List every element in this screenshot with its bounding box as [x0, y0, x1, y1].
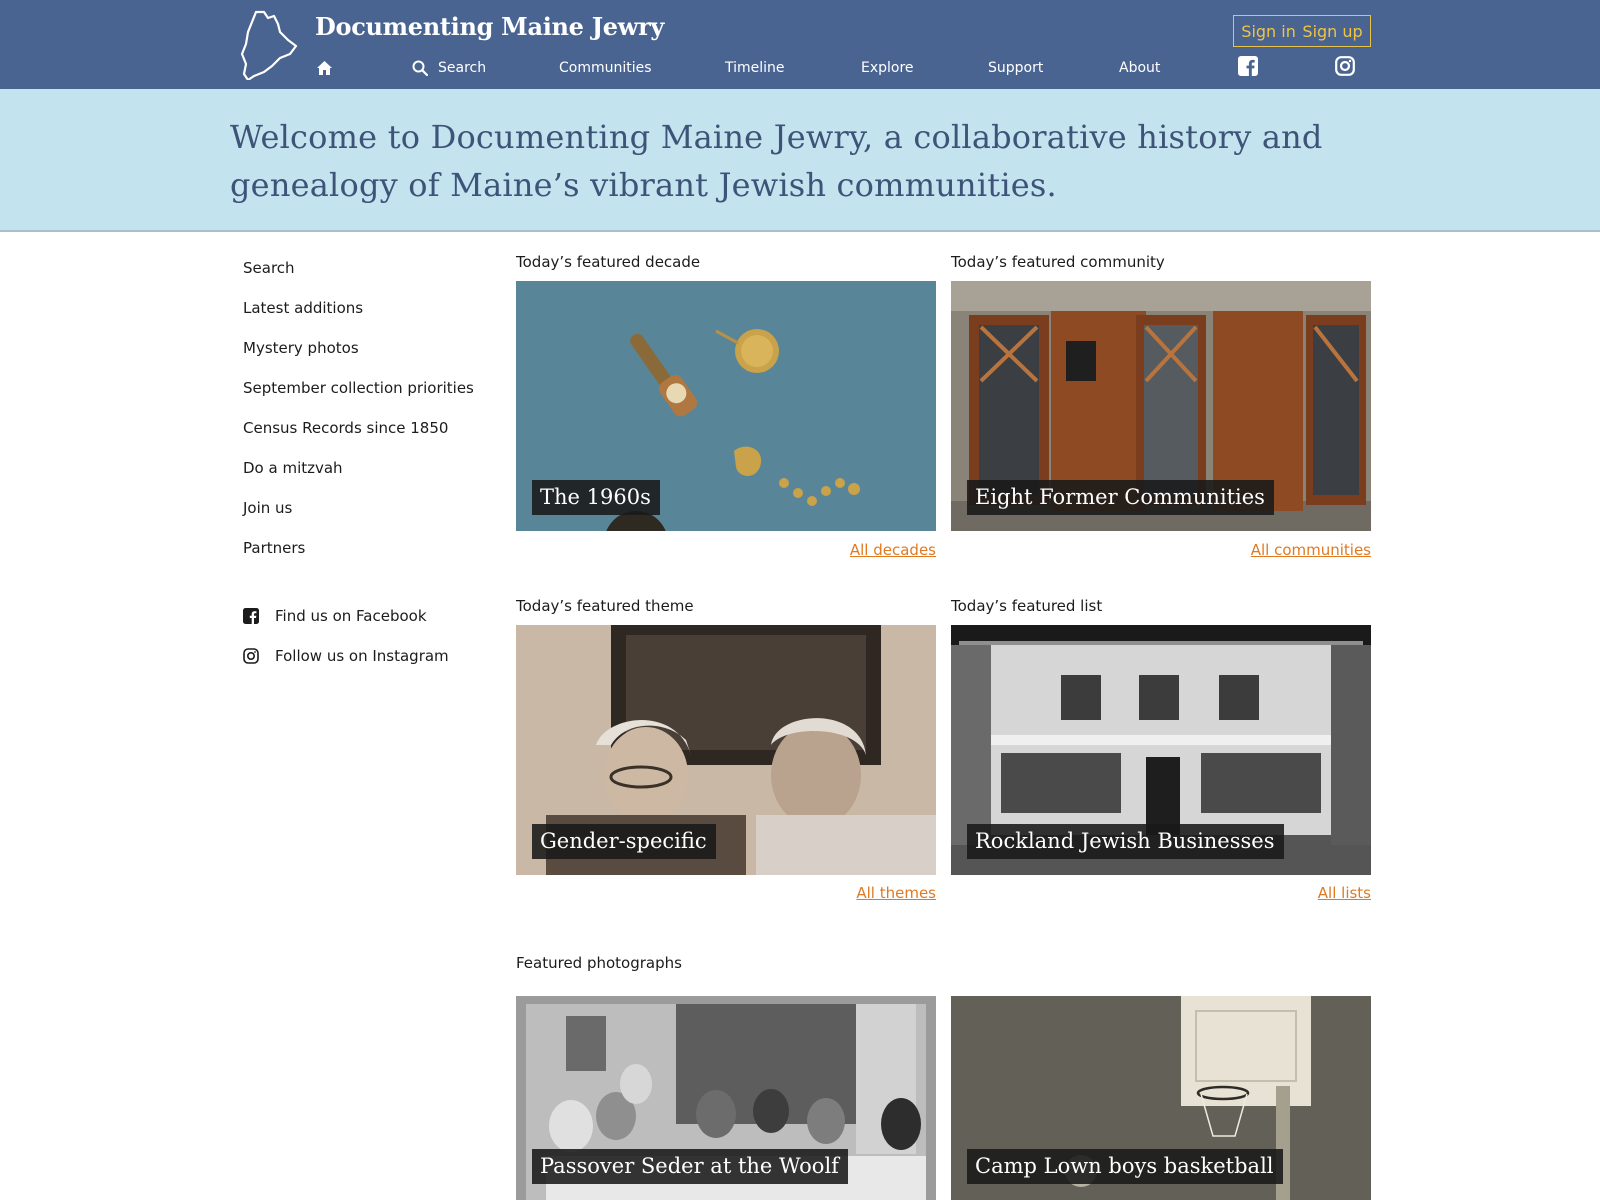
sidebar-item-census-records[interactable]: Census Records since 1850 [243, 419, 493, 459]
auth-box: Sign in Sign up [1233, 15, 1371, 47]
featured-photo-basketball-caption: Camp Lown boys basketball [967, 1149, 1283, 1184]
nav-about[interactable]: About [1119, 57, 1160, 79]
featured-theme-label: Today’s featured theme [516, 597, 694, 615]
featured-community-card[interactable]: Eight Former Communities [951, 281, 1371, 531]
sidebar-item-latest-additions[interactable]: Latest additions [243, 299, 493, 339]
featured-community-caption: Eight Former Communities [967, 480, 1274, 515]
instagram-link-label: Follow us on Instagram [275, 647, 449, 665]
sidebar-item-search[interactable]: Search [243, 259, 493, 299]
sidebar-item-partners[interactable]: Partners [243, 539, 493, 579]
featured-theme-card[interactable]: Gender-specific [516, 625, 936, 875]
sidebar-social: Find us on Facebook Follow us on Instagr… [243, 596, 493, 676]
welcome-text: Welcome to Documenting Maine Jewry, a co… [230, 118, 1323, 204]
featured-decade-label: Today’s featured decade [516, 253, 701, 271]
instagram-icon [1335, 56, 1355, 76]
featured-list-card[interactable]: Rockland Jewish Businesses [951, 625, 1371, 875]
home-icon [317, 61, 332, 75]
sidebar-item-do-a-mitzvah[interactable]: Do a mitzvah [243, 459, 493, 499]
sidebar-item-mystery-photos[interactable]: Mystery photos [243, 339, 493, 379]
site-header: Documenting Maine Jewry Sign in Sign up … [0, 0, 1600, 89]
facebook-link-label: Find us on Facebook [275, 607, 427, 625]
featured-photo-seder-caption: Passover Seder at the Woolf [532, 1149, 848, 1184]
all-themes-link[interactable]: All themes [736, 884, 936, 902]
featured-community-label: Today’s featured community [951, 253, 1165, 271]
featured-photo-card[interactable]: Camp Lown boys basketball [951, 996, 1371, 1200]
instagram-icon [243, 648, 259, 664]
featured-photographs-label: Featured photographs [516, 954, 682, 972]
welcome-banner: Welcome to Documenting Maine Jewry, a co… [0, 89, 1600, 232]
site-title[interactable]: Documenting Maine Jewry [315, 12, 664, 41]
all-decades-link[interactable]: All decades [736, 541, 936, 559]
sign-up-link[interactable]: Sign up [1302, 22, 1362, 41]
sidebar-item-join-us[interactable]: Join us [243, 499, 493, 539]
main-nav: Search Communities Timeline Explore Supp… [0, 55, 1600, 81]
nav-support[interactable]: Support [988, 57, 1043, 79]
nav-home[interactable] [316, 57, 333, 79]
nav-search[interactable]: Search [412, 57, 486, 79]
sidebar-nav: Search Latest additions Mystery photos S… [243, 259, 493, 579]
nav-facebook[interactable] [1238, 55, 1258, 77]
instagram-link[interactable]: Follow us on Instagram [243, 636, 493, 676]
featured-decade-card[interactable]: The 1960s [516, 281, 936, 531]
featured-photo-card[interactable]: Passover Seder at the Woolf [516, 996, 936, 1200]
sign-in-link[interactable]: Sign in [1241, 22, 1296, 41]
featured-list-caption: Rockland Jewish Businesses [967, 824, 1284, 859]
sidebar-item-collection-priorities[interactable]: September collection priorities [243, 379, 493, 419]
featured-list-label: Today’s featured list [951, 597, 1103, 615]
facebook-icon [243, 608, 259, 624]
search-icon [412, 60, 428, 76]
nav-communities[interactable]: Communities [559, 57, 652, 79]
nav-explore[interactable]: Explore [861, 57, 914, 79]
featured-theme-caption: Gender-specific [532, 824, 716, 859]
all-lists-link[interactable]: All lists [1171, 884, 1371, 902]
nav-instagram[interactable] [1335, 55, 1355, 77]
facebook-link[interactable]: Find us on Facebook [243, 596, 493, 636]
nav-timeline[interactable]: Timeline [725, 57, 785, 79]
nav-search-label: Search [438, 60, 487, 76]
all-communities-link[interactable]: All communities [1171, 541, 1371, 559]
featured-decade-caption: The 1960s [532, 480, 660, 515]
facebook-icon [1238, 56, 1258, 76]
